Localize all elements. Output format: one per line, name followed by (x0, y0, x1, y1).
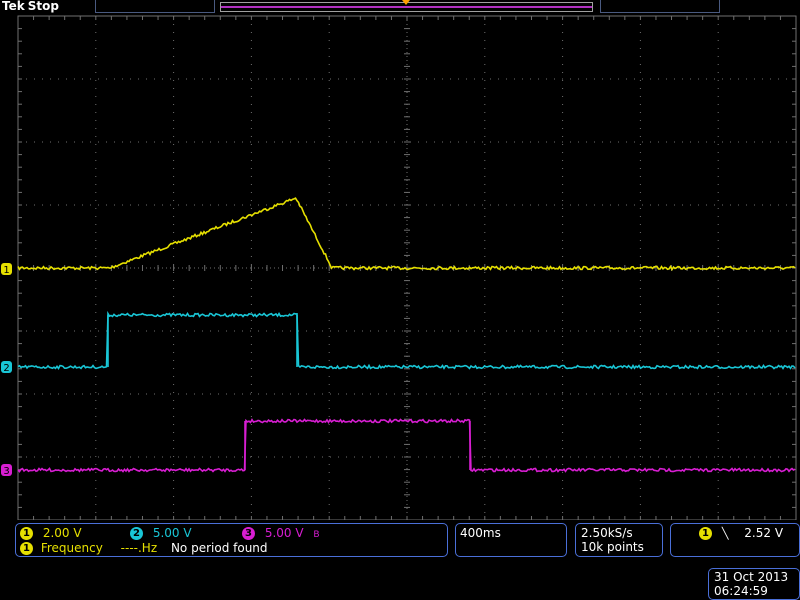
acquisition-panel[interactable]: 2.50kS/s 10k points (575, 523, 663, 557)
trigger-level: 2.52 V (744, 526, 784, 540)
timebase-panel[interactable]: 400ms (455, 523, 567, 557)
channel-1-scale[interactable]: 1 2.00 V (20, 526, 82, 540)
channel-3-badge: 3 (242, 527, 255, 540)
trigger-channel-badge: 1 (699, 527, 712, 540)
waveform-display[interactable]: 1 2 3 (0, 0, 800, 520)
channel-1-marker-label: 1 (3, 265, 9, 276)
channel-3-marker-label: 3 (3, 466, 9, 477)
channel-2-scale[interactable]: 2 5.00 V (130, 526, 192, 540)
channel-2-marker-label: 2 (3, 363, 9, 374)
channel-3-marker[interactable]: 3 (1, 464, 12, 477)
channel-1-marker[interactable]: 1 (1, 263, 12, 276)
channel-1-scale-value: 2.00 V (42, 526, 82, 540)
record-length: 10k points (581, 540, 644, 554)
channel-3-scale[interactable]: 3 5.00 V B (242, 526, 320, 542)
date-time-display: 31 Oct 2013 06:24:59 (708, 568, 800, 600)
measurement-row[interactable]: 1 Frequency ----.Hz No period found (20, 541, 268, 555)
measurement-value: ----.Hz (120, 541, 158, 555)
bandwidth-limit-icon: B (313, 530, 320, 540)
date: 31 Oct 2013 (714, 570, 789, 584)
channel-3-scale-value: 5.00 V (264, 526, 304, 540)
trigger-panel[interactable]: 1 ╲ 2.52 V (670, 523, 800, 557)
channel-2-marker[interactable]: 2 (1, 361, 12, 374)
timebase-value: 400ms (460, 526, 501, 540)
measurement-channel-badge: 1 (20, 542, 33, 555)
channel-measurement-panel[interactable]: 1 2.00 V 2 5.00 V 3 5.00 V B 1 Frequency… (15, 523, 448, 557)
channel-3-waveform (17, 418, 796, 473)
channel-1-badge: 1 (20, 527, 33, 540)
trigger-readout[interactable]: 1 ╲ 2.52 V (699, 526, 783, 541)
measurement-status: No period found (170, 541, 268, 555)
channel-2-scale-value: 5.00 V (152, 526, 192, 540)
time: 06:24:59 (714, 584, 768, 598)
channel-2-badge: 2 (130, 527, 143, 540)
measurement-label: Frequency (40, 541, 103, 555)
falling-edge-icon: ╲ (721, 527, 729, 540)
sample-rate: 2.50kS/s (581, 526, 633, 540)
